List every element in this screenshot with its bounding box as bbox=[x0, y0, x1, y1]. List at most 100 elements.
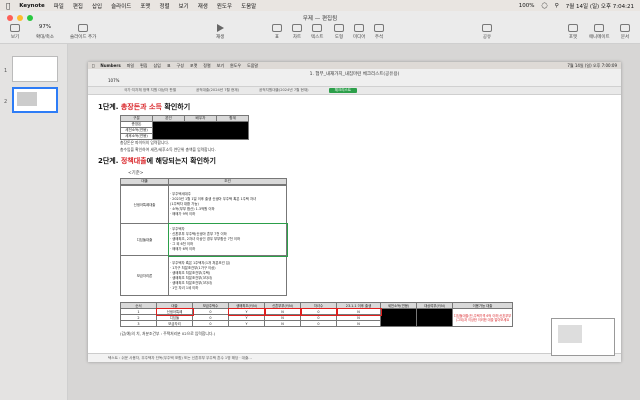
menu-arrange[interactable]: 정렬 bbox=[160, 2, 170, 10]
slide-number: 1 bbox=[4, 68, 8, 74]
play-button[interactable]: 재생 bbox=[216, 24, 224, 40]
toolbar: 무제 — 편집됨 보기 97% 확대/축소 슬라이드 추가 재생 표 차트 텍스트… bbox=[0, 11, 640, 44]
share-button[interactable]: 공유 bbox=[482, 24, 492, 40]
inner-zoom: 107% bbox=[108, 78, 120, 83]
table-button[interactable]: 표 bbox=[272, 24, 282, 40]
cell: 3 bbox=[120, 320, 157, 327]
cell: 0 bbox=[192, 320, 229, 327]
sidebar-icon bbox=[10, 24, 20, 32]
inner-menu-item: 표 bbox=[164, 62, 171, 68]
menu-window[interactable]: 윈도우 bbox=[217, 2, 232, 10]
menu-edit[interactable]: 편집 bbox=[73, 2, 83, 10]
document-button[interactable]: 문서 bbox=[620, 24, 630, 40]
note: 총장돈은 파이어의 입력합니다. bbox=[120, 140, 170, 145]
window-title: 무제 — 편집됨 bbox=[302, 16, 338, 22]
slide-navigator: 1 2 bbox=[0, 44, 68, 400]
cell: N bbox=[336, 320, 381, 327]
step1-heading: 1단계. 총장돈과 소득 확인하기 bbox=[98, 103, 191, 111]
criteria-label: <기준> bbox=[128, 171, 144, 176]
inner-menu-item: 도움말 bbox=[244, 62, 258, 68]
loan-name: 디딤돌대출 bbox=[120, 223, 169, 256]
cell: 0 bbox=[300, 320, 337, 327]
slide-thumbnail-1[interactable] bbox=[12, 56, 58, 82]
redacted-block bbox=[416, 308, 453, 327]
search-icon[interactable]: ⚲ bbox=[555, 3, 559, 9]
redacted-block bbox=[152, 121, 249, 140]
comment-icon bbox=[374, 24, 384, 32]
sheet-tab-active: 체크리스트 bbox=[328, 88, 358, 93]
step2-heading: 2단계. 정책대출에 해당되는지 확인하기 bbox=[98, 157, 216, 165]
menu-file[interactable]: 파일 bbox=[54, 2, 64, 10]
slide-thumbnail-2[interactable] bbox=[12, 87, 58, 113]
sheet-tab: 국가·지자체 정책 지원 대상자 판별 bbox=[124, 88, 176, 92]
menu-view[interactable]: 보기 bbox=[179, 2, 189, 10]
thumbnail-preview bbox=[17, 92, 37, 106]
menu-slide[interactable]: 슬라이드 bbox=[111, 2, 131, 10]
inner-app-name: Numbers bbox=[98, 63, 120, 68]
inner-menu-item: 구성 bbox=[174, 62, 184, 68]
table-icon bbox=[272, 24, 282, 32]
inner-document-title: 1. 험부_내재가치_내집마련 체크리스트(공유용) bbox=[309, 72, 400, 77]
play-icon bbox=[216, 24, 224, 32]
row-label: 세후소득(연봉) bbox=[120, 133, 153, 140]
screenshot-thumbnail[interactable] bbox=[551, 318, 615, 356]
document-icon bbox=[620, 24, 630, 32]
loan-conditions-selected: · 무주택자 · 신혼부부 무주택(신생아 혼부 7천 이하 · 생애최초, 2자녀… bbox=[167, 222, 288, 257]
app-menu[interactable]: Keynote bbox=[19, 3, 45, 9]
income-table: 구분 본인 배우자 합계 총장돈 세전소득(연봉) 세후소득(연봉) bbox=[120, 115, 249, 140]
chart-icon bbox=[292, 24, 302, 32]
shape-icon bbox=[334, 24, 344, 32]
comment-button[interactable]: 주석 bbox=[374, 24, 384, 40]
loan-conditions: · 무주택세대주 · 2023년 1월 1일 이후 출생 신생아 무주택 혹은 1… bbox=[168, 185, 287, 224]
loan-conditions: · 무주택자 혹은 1주택자(1개 처분조건 입) · 1가구 처분조건부(1가구… bbox=[168, 255, 287, 296]
plus-icon bbox=[78, 24, 89, 32]
inner-menubar:  Numbers 파일 편집 삽입 표 구성 포맷 정렬 보기 윈도우 도움말… bbox=[88, 62, 621, 69]
inner-menu-item: 파일 bbox=[124, 62, 134, 68]
animate-button[interactable]: 애니메이트 bbox=[589, 24, 610, 40]
cell: Y bbox=[228, 320, 265, 327]
inner-statusbar: 텍스트 : 쉬운 사용자, 무주택자 단독(무주택 포함) 또는 신혼부부 무주… bbox=[88, 353, 621, 362]
inner-menu-item: 포맷 bbox=[187, 62, 197, 68]
add-slide-button[interactable]: 슬라이드 추가 bbox=[70, 24, 96, 40]
mac-menubar:  Keynote 파일 편집 삽입 슬라이드 포맷 정렬 보기 재생 윈도우 … bbox=[0, 0, 640, 11]
inner-toolbar: 1. 험부_내재가치_내집마련 체크리스트(공유용) 107% bbox=[88, 69, 621, 87]
slide-number: 2 bbox=[4, 99, 8, 105]
cell: 보금자리 bbox=[156, 320, 193, 327]
redacted-block bbox=[380, 308, 417, 327]
text-button[interactable]: 텍스트 bbox=[311, 24, 323, 40]
menu-help[interactable]: 도움말 bbox=[241, 2, 256, 10]
shape-button[interactable]: 도형 bbox=[334, 24, 344, 40]
spreadsheet: 1단계. 총장돈과 소득 확인하기 구분 본인 배우자 합계 총장돈 세전소득(… bbox=[98, 102, 568, 362]
menu-format[interactable]: 포맷 bbox=[140, 2, 150, 10]
inner-menu-item: 정렬 bbox=[200, 62, 210, 68]
row-label: 세전소득(연봉) bbox=[120, 127, 153, 134]
apple-menu-icon[interactable]:  bbox=[6, 2, 10, 10]
media-button[interactable]: 미디어 bbox=[353, 24, 365, 40]
menu-insert[interactable]: 삽입 bbox=[92, 2, 102, 10]
criteria-header: 대출 조건 bbox=[120, 178, 287, 185]
zoom-control[interactable]: 97% 확대/축소 bbox=[36, 24, 54, 40]
col-header: 조건 bbox=[168, 178, 287, 185]
summary-table: 순서 대출 보금주택수 생애최초(Y/N) 신혼부부(Y/N) 자녀수 23.1… bbox=[120, 302, 513, 327]
slide-canvas:  Numbers 파일 편집 삽입 표 구성 포맷 정렬 보기 윈도우 도움말… bbox=[68, 44, 640, 400]
keynote-window: 무제 — 편집됨 보기 97% 확대/축소 슬라이드 추가 재생 표 차트 텍스트… bbox=[0, 11, 640, 400]
result-text: 디딤돌대출(단,주택가격 6억 이하)신혼부부(그외)과 이상한 이러한 대출 … bbox=[452, 308, 513, 327]
wifi-icon[interactable]: ◯ bbox=[542, 3, 548, 9]
datetime-text[interactable]: 7월 14일 (일) 오후 7:04:21 bbox=[566, 2, 634, 10]
inner-menu-item: 윈도우 bbox=[227, 62, 241, 68]
criteria-table: 신생아특례대출 · 무주택세대주 · 2023년 1월 1일 이후 출생 신생아 … bbox=[120, 185, 288, 296]
menu-play[interactable]: 재생 bbox=[198, 2, 208, 10]
view-button[interactable]: 보기 bbox=[10, 24, 20, 40]
format-button[interactable]: 포맷 bbox=[568, 24, 578, 40]
media-icon bbox=[354, 24, 365, 32]
inner-apple-icon:  bbox=[92, 63, 94, 68]
loan-name: 보금자리론 bbox=[120, 255, 169, 296]
chart-button[interactable]: 차트 bbox=[292, 24, 302, 40]
sheet-tab: 공적지원대출(2024년 7월 현재) bbox=[258, 88, 309, 92]
slide[interactable]:  Numbers 파일 편집 삽입 표 구성 포맷 정렬 보기 윈도우 도움말… bbox=[88, 62, 621, 362]
loan-name: 신생아특례대출 bbox=[120, 185, 169, 224]
inner-datetime: 7월 14일 (일) 오후 7:00:09 bbox=[567, 62, 617, 68]
note: 총수입을 확인하여 세전/세후소득 연단위 총액을 입력합니다. bbox=[120, 147, 216, 152]
inner-menu-item: 삽입 bbox=[151, 62, 160, 68]
battery-text: 100% bbox=[518, 2, 535, 9]
